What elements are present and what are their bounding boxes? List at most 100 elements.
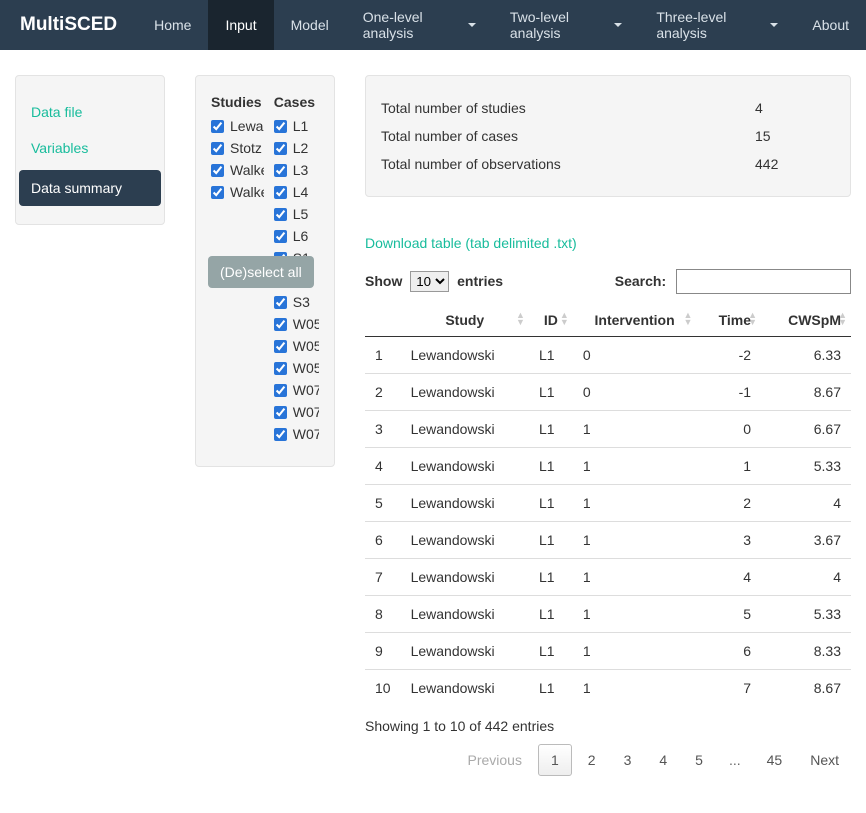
cell: 1 xyxy=(573,485,697,522)
summary-label: Total number of studies xyxy=(381,100,755,116)
cell: L1 xyxy=(529,337,573,374)
study-checkbox[interactable] xyxy=(211,186,224,199)
sidebar: Data fileVariables Data summary xyxy=(15,75,165,225)
case-checkbox[interactable] xyxy=(274,428,287,441)
chevron-down-icon xyxy=(770,23,778,27)
case-checkbox[interactable] xyxy=(274,142,287,155)
case-checkbox[interactable] xyxy=(274,362,287,375)
column-header[interactable]: Time▲▼ xyxy=(696,304,761,337)
download-table-link[interactable]: Download table (tab delimited .txt) xyxy=(365,235,577,251)
brand[interactable]: MultiSCED xyxy=(0,0,137,50)
cell: Lewandowski xyxy=(401,337,529,374)
pagination-page[interactable]: 3 xyxy=(612,745,644,775)
sidebar-item-data-file[interactable]: Data file xyxy=(31,94,149,130)
pagination: Previous12345...45Next xyxy=(365,744,851,776)
table-row: 5LewandowskiL1124 xyxy=(365,485,851,522)
cell: 5 xyxy=(696,596,761,633)
cell: Lewandowski xyxy=(401,411,529,448)
cell: 9 xyxy=(365,633,401,670)
cell: Lewandowski xyxy=(401,633,529,670)
case-checkbox[interactable] xyxy=(274,406,287,419)
cell: 3 xyxy=(696,522,761,559)
nav-model[interactable]: Model xyxy=(274,0,346,50)
cell: 2 xyxy=(696,485,761,522)
table-row: 8LewandowskiL1155.33 xyxy=(365,596,851,633)
column-header[interactable]: Study▲▼ xyxy=(401,304,529,337)
pagination-next[interactable]: Next xyxy=(798,745,851,775)
summary-value: 15 xyxy=(755,128,835,144)
pagination-page[interactable]: 5 xyxy=(683,745,715,775)
study-label: Walker2005 xyxy=(230,162,264,178)
cell: Lewandowski xyxy=(401,374,529,411)
case-checkbox[interactable] xyxy=(274,120,287,133)
summary-label: Total number of cases xyxy=(381,128,755,144)
cell: Lewandowski xyxy=(401,670,529,707)
study-checkbox[interactable] xyxy=(211,142,224,155)
search-input[interactable] xyxy=(676,269,851,294)
navbar: MultiSCED HomeInputModelOne-level analys… xyxy=(0,0,866,50)
nav-about[interactable]: About xyxy=(795,0,866,50)
case-checkbox[interactable] xyxy=(274,186,287,199)
study-checkbox[interactable] xyxy=(211,120,224,133)
nav-three-level-analysis[interactable]: Three-level analysis xyxy=(639,0,795,50)
length-label: Show 10 entries xyxy=(365,271,503,292)
column-header[interactable]: Intervention▲▼ xyxy=(573,304,697,337)
case-checkbox[interactable] xyxy=(274,164,287,177)
table-info: Showing 1 to 10 of 442 entries xyxy=(365,718,851,734)
column-header[interactable]: ID▲▼ xyxy=(529,304,573,337)
sort-icon: ▲▼ xyxy=(560,312,569,326)
cell: 8.67 xyxy=(761,670,851,707)
pagination-ellipsis: ... xyxy=(719,745,751,775)
nav-two-level-analysis[interactable]: Two-level analysis xyxy=(493,0,639,50)
cell: L1 xyxy=(529,411,573,448)
summary-value: 4 xyxy=(755,100,835,116)
nav-input[interactable]: Input xyxy=(208,0,273,50)
cell: 1 xyxy=(573,448,697,485)
cell: 0 xyxy=(573,337,697,374)
data-table: Study▲▼ID▲▼Intervention▲▼Time▲▼CWSpM▲▼ 1… xyxy=(365,304,851,706)
chevron-down-icon xyxy=(468,23,476,27)
case-checkbox[interactable] xyxy=(274,296,287,309)
sidebar-item-variables[interactable]: Variables xyxy=(31,130,149,166)
cell: 1 xyxy=(365,337,401,374)
study-label: Lewandowski xyxy=(230,118,264,134)
column-header[interactable]: CWSpM▲▼ xyxy=(761,304,851,337)
cell: 6 xyxy=(696,633,761,670)
study-checkbox[interactable] xyxy=(211,164,224,177)
case-checkbox[interactable] xyxy=(274,384,287,397)
case-checkbox[interactable] xyxy=(274,208,287,221)
case-label: L1 xyxy=(293,118,309,134)
pagination-page[interactable]: 1 xyxy=(538,744,572,776)
table-row: 7LewandowskiL1144 xyxy=(365,559,851,596)
cell: 1 xyxy=(573,670,697,707)
sidebar-item-data-summary[interactable]: Data summary xyxy=(19,170,161,206)
cell: 0 xyxy=(696,411,761,448)
study-label: Walker2007 xyxy=(230,184,264,200)
cell: 4 xyxy=(761,485,851,522)
case-label: L5 xyxy=(293,206,309,222)
cell: 0 xyxy=(573,374,697,411)
case-label: W07_1_Er xyxy=(293,382,319,398)
cell: 1 xyxy=(696,448,761,485)
cell: -1 xyxy=(696,374,761,411)
table-row: 10LewandowskiL1178.67 xyxy=(365,670,851,707)
pagination-page[interactable]: 4 xyxy=(647,745,679,775)
cell: L1 xyxy=(529,633,573,670)
case-checkbox[interactable] xyxy=(274,318,287,331)
nav-one-level-analysis[interactable]: One-level analysis xyxy=(346,0,493,50)
pagination-previous: Previous xyxy=(456,745,534,775)
nav-home[interactable]: Home xyxy=(137,0,208,50)
cell: L1 xyxy=(529,559,573,596)
pagination-page[interactable]: 2 xyxy=(576,745,608,775)
cell: 1 xyxy=(573,633,697,670)
case-checkbox[interactable] xyxy=(274,230,287,243)
cell: 7 xyxy=(696,670,761,707)
cell: Lewandowski xyxy=(401,522,529,559)
length-select[interactable]: 10 xyxy=(410,271,449,292)
pagination-page[interactable]: 45 xyxy=(755,745,795,775)
case-checkbox[interactable] xyxy=(274,340,287,353)
cell: -2 xyxy=(696,337,761,374)
cell: 5.33 xyxy=(761,596,851,633)
case-label: W07_3_Ke xyxy=(293,426,319,442)
deselect-all-button[interactable]: (De)select all xyxy=(208,256,314,288)
